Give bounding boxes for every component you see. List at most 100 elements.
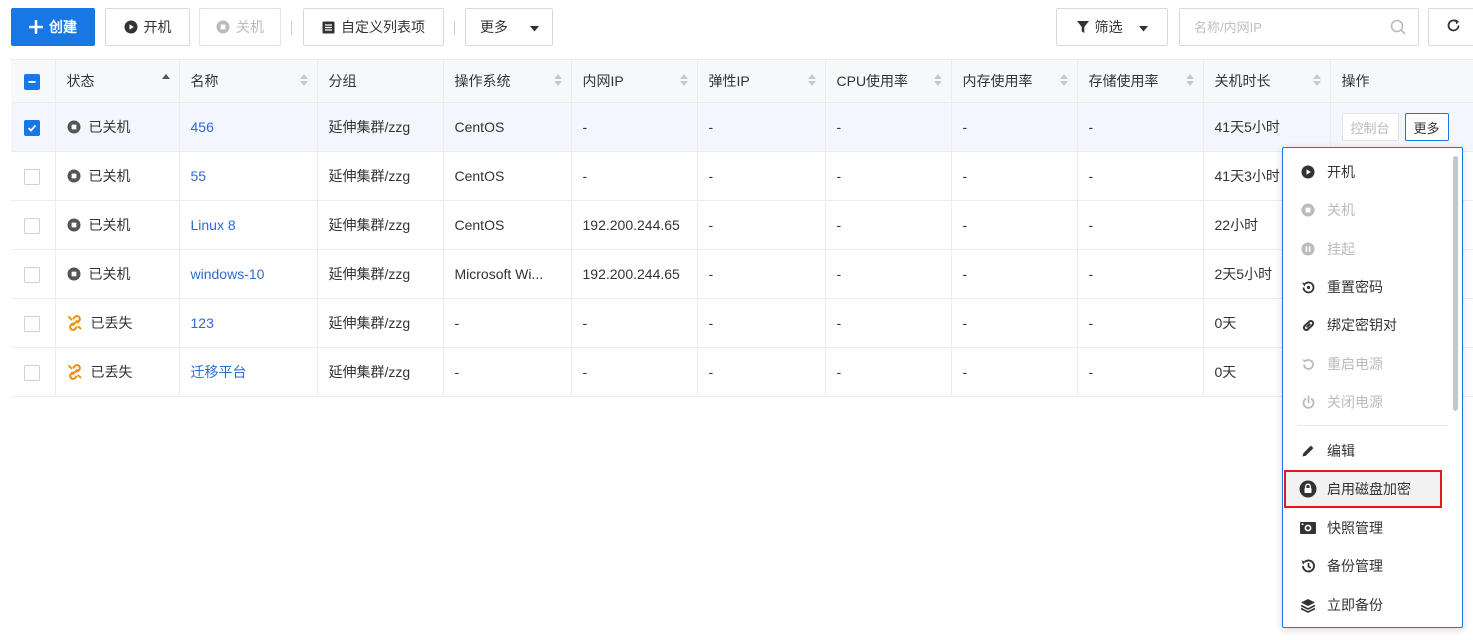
- table-row[interactable]: 已关机 456 延伸集群/zzg CentOS - - - - -41天5小时 控制台 更多: [11, 102, 1473, 152]
- storage-cell: -: [1077, 249, 1204, 299]
- more-label: 更多: [480, 19, 508, 35]
- menu-item[interactable]: 开机: [1284, 153, 1448, 191]
- menu-scrollbar[interactable]: [1453, 156, 1458, 411]
- menu-item-label: 绑定密钥对: [1327, 317, 1397, 333]
- cpu-cell: -: [825, 151, 952, 201]
- header-storage[interactable]: 存储使用率: [1077, 59, 1204, 103]
- menu-item[interactable]: 启用磁盘加密: [1284, 470, 1442, 508]
- menu-item[interactable]: 重置密码: [1284, 268, 1448, 306]
- table-row[interactable]: 已丢失 123 延伸集群/zzg - - - - - -0天: [11, 298, 1473, 348]
- table-row[interactable]: 已关机 55 延伸集群/zzg CentOS - - - - -41天3小时: [11, 151, 1473, 201]
- menu-item[interactable]: 立即备份: [1284, 586, 1448, 624]
- header-cpu[interactable]: CPU使用率: [825, 59, 952, 103]
- vm-name-link[interactable]: 55: [191, 168, 207, 184]
- power-off-label: 关机: [236, 19, 264, 35]
- header-elastic-ip[interactable]: 弹性IP: [697, 59, 826, 103]
- row-more-button[interactable]: 更多: [1404, 113, 1449, 141]
- status-cell: 已关机: [55, 102, 180, 152]
- sort-icon[interactable]: [1312, 74, 1321, 86]
- status-text: 已丢失: [90, 363, 133, 380]
- header-name[interactable]: 名称: [179, 59, 318, 103]
- lock-icon: [1299, 480, 1317, 498]
- caret-down-icon: [530, 19, 539, 35]
- menu-item[interactable]: 重启电源: [1284, 345, 1448, 383]
- vm-name-link[interactable]: 迁移平台: [191, 364, 247, 380]
- row-checkbox[interactable]: [24, 364, 40, 381]
- restart-icon: [1299, 357, 1317, 372]
- header-group: 分组: [317, 59, 444, 103]
- row-checkbox[interactable]: [24, 168, 40, 185]
- power-off-button[interactable]: 关机: [199, 8, 281, 46]
- header-status[interactable]: 状态: [55, 59, 180, 103]
- refresh-button[interactable]: [1428, 8, 1473, 46]
- header-os[interactable]: 操作系统: [443, 59, 572, 103]
- search-input[interactable]: [1180, 9, 1380, 45]
- os-cell: CentOS: [443, 151, 572, 201]
- name-cell: 迁移平台: [179, 347, 318, 397]
- stopped-status-icon: [67, 120, 81, 134]
- sort-icon[interactable]: [807, 74, 816, 86]
- sort-icon[interactable]: [161, 74, 170, 86]
- power-on-button[interactable]: 开机: [105, 8, 190, 46]
- row-checkbox[interactable]: [24, 119, 40, 136]
- broken-link-icon: [67, 363, 83, 380]
- menu-item[interactable]: 关机: [1284, 191, 1448, 229]
- menu-item[interactable]: 快照管理: [1284, 509, 1448, 547]
- search-box: [1179, 8, 1419, 46]
- header-memory[interactable]: 内存使用率: [951, 59, 1078, 103]
- status-text: 已关机: [88, 266, 131, 282]
- row-checkbox[interactable]: [24, 217, 40, 234]
- header-private-ip[interactable]: 内网IP: [571, 59, 698, 103]
- snapshot-icon: [1299, 520, 1317, 536]
- status-cell: 已丢失: [55, 347, 180, 397]
- caret-down-icon: [1138, 19, 1148, 35]
- row-checkbox[interactable]: [24, 315, 40, 332]
- cpu-cell: -: [825, 347, 952, 397]
- custom-columns-button[interactable]: 自定义列表项: [303, 8, 444, 46]
- header-label: 内网IP: [582, 73, 624, 89]
- menu-item[interactable]: 备份管理: [1284, 547, 1448, 585]
- filter-button[interactable]: 筛选: [1056, 8, 1168, 46]
- table-row[interactable]: 已关机 windows-10 延伸集群/zzg Microsoft Wi... 192.…: [11, 249, 1473, 299]
- group-cell: 延伸集群/zzg: [317, 249, 444, 299]
- menu-item[interactable]: 挂起: [1284, 230, 1448, 268]
- search-icon[interactable]: [1390, 19, 1406, 38]
- vm-name-link[interactable]: 123: [191, 315, 214, 331]
- elastic-ip-cell: -: [697, 298, 826, 348]
- cpu-cell: -: [825, 298, 952, 348]
- select-all-checkbox[interactable]: [24, 73, 40, 90]
- header-label: 关机时长: [1214, 73, 1271, 89]
- menu-item[interactable]: 关闭电源: [1284, 383, 1448, 421]
- menu-item-label: 重置密码: [1327, 279, 1383, 295]
- name-cell: 55: [179, 151, 318, 201]
- sort-icon[interactable]: [1059, 74, 1068, 86]
- console-button[interactable]: 控制台: [1341, 113, 1399, 141]
- row-checkbox[interactable]: [24, 266, 40, 283]
- header-shutdown-duration[interactable]: 关机时长: [1203, 59, 1331, 103]
- play-circle-icon: [1299, 165, 1317, 179]
- menu-item[interactable]: 绑定密钥对: [1284, 306, 1448, 344]
- menu-item[interactable]: 编辑: [1284, 432, 1448, 470]
- sort-icon[interactable]: [1185, 74, 1194, 86]
- more-dropdown-button[interactable]: 更多: [465, 8, 553, 46]
- sort-icon[interactable]: [299, 74, 308, 86]
- table-row[interactable]: 已关机 Linux 8 延伸集群/zzg CentOS 192.200.244.65- -…: [11, 200, 1473, 250]
- table-row[interactable]: 已丢失 迁移平台 延伸集群/zzg - - - - - -0天: [11, 347, 1473, 397]
- vm-name-link[interactable]: Linux 8: [191, 217, 236, 233]
- sort-icon[interactable]: [933, 74, 942, 86]
- history-icon: [1299, 558, 1317, 574]
- status-text: 已关机: [88, 119, 131, 135]
- status-cell: 已关机: [55, 200, 180, 250]
- divider: [291, 21, 292, 35]
- sort-icon[interactable]: [679, 74, 688, 86]
- status-text: 已关机: [88, 217, 131, 233]
- vm-name-link[interactable]: 456: [191, 119, 214, 135]
- sort-icon[interactable]: [553, 74, 562, 86]
- create-button[interactable]: 创建: [11, 8, 95, 46]
- status-text: 已关机: [88, 168, 131, 184]
- memory-cell: -: [951, 298, 1078, 348]
- menu-item-label: 关机: [1327, 202, 1355, 218]
- private-ip-cell: -: [571, 347, 698, 397]
- memory-cell: -: [951, 200, 1078, 250]
- vm-name-link[interactable]: windows-10: [191, 266, 265, 282]
